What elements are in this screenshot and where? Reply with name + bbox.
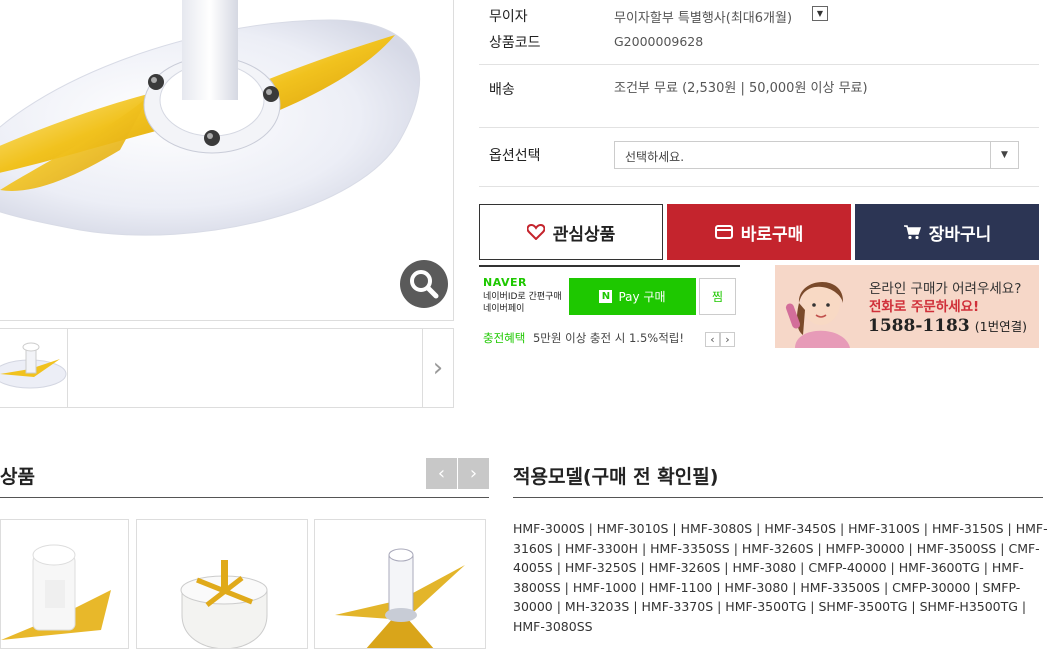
phone-banner-line1: 온라인 구매가 어려우세요? xyxy=(869,281,1022,297)
thumbnail-strip: › xyxy=(0,328,454,408)
naver-pay-wish-label: 찜 xyxy=(711,290,724,304)
phone-banner-line2: 전화로 주문하세요! xyxy=(869,299,980,315)
related-product-card[interactable] xyxy=(314,519,486,649)
divider xyxy=(479,127,1039,128)
divider xyxy=(479,186,1039,187)
phone-banner-number: 1588-1183 (1번연결) xyxy=(868,316,1027,336)
applicable-models-title: 적용모델(구매 전 확인필) xyxy=(513,466,719,488)
naver-pay-buy-button[interactable]: N Pay 구매 xyxy=(569,278,696,315)
naver-pay-buy-label: Pay 구매 xyxy=(618,290,666,304)
chevron-left-icon: ‹ xyxy=(710,333,715,346)
option-select[interactable]: 선택하세요. ▼ xyxy=(614,141,1019,169)
add-to-cart-button[interactable]: 장바구니 xyxy=(855,204,1039,260)
naver-pay-line1: 네이버ID로 간편구매 xyxy=(483,292,562,302)
related-product-image xyxy=(335,548,465,648)
phone-number: 1588-1183 xyxy=(868,316,970,336)
related-products-title: 상품 xyxy=(0,466,35,488)
naver-pay-benefit: 충전혜택 5만원 이상 충전 시 1.5%적립! xyxy=(483,330,684,346)
triangle-down-icon: ▼ xyxy=(816,9,824,18)
related-product-card[interactable] xyxy=(0,519,129,649)
thumbnail-image xyxy=(0,342,67,389)
chevron-right-icon: › xyxy=(725,333,730,346)
interest-free-dropdown-button[interactable]: ▼ xyxy=(812,6,828,21)
zoom-button[interactable] xyxy=(400,260,448,308)
related-next-button[interactable]: › xyxy=(458,458,489,489)
magnifier-icon xyxy=(410,270,439,299)
add-to-cart-button-label: 장바구니 xyxy=(928,224,992,245)
shipping-value: 조건부 무료 (2,530원 | 50,000원 이상 무료) xyxy=(614,81,868,96)
shipping-label: 배송 xyxy=(489,82,515,98)
phone-order-banner[interactable]: 온라인 구매가 어려우세요? 전화로 주문하세요! 1588-1183 (1번연… xyxy=(775,265,1039,348)
blade-photo xyxy=(0,0,421,236)
wishlist-button[interactable]: 관심상품 xyxy=(479,204,663,260)
related-product-image xyxy=(1,544,111,640)
benefit-tag: 충전혜택 xyxy=(483,331,526,345)
related-prev-button[interactable]: ‹ xyxy=(426,458,457,489)
divider xyxy=(479,64,1039,65)
applicable-models-list: HMF-3000S | HMF-3010S | HMF-3080S | HMF-… xyxy=(513,521,1048,634)
benefit-text: 5만원 이상 충전 시 1.5%적립! xyxy=(532,331,684,345)
cart-icon xyxy=(903,225,921,240)
chevron-left-icon: ‹ xyxy=(437,463,446,484)
naver-pay-line2: 네이버페이 xyxy=(483,304,525,314)
buy-now-button-label: 바로구매 xyxy=(740,224,804,245)
card-icon xyxy=(714,225,733,239)
wishlist-button-label: 관심상품 xyxy=(552,224,616,245)
thumbnail-next-button[interactable]: › xyxy=(422,329,453,407)
naver-logo: NAVER xyxy=(483,276,527,289)
buy-now-button[interactable]: 바로구매 xyxy=(667,204,851,260)
product-code-label: 상품코드 xyxy=(489,35,541,51)
divider xyxy=(0,497,489,498)
product-code-value: G2000009628 xyxy=(614,34,704,49)
naver-n-icon: N xyxy=(599,290,613,303)
triangle-down-icon: ▼ xyxy=(990,142,1018,168)
related-product-image xyxy=(180,560,268,648)
product-main-image[interactable] xyxy=(0,0,454,321)
naver-pay-wish-button[interactable]: 찜 xyxy=(699,278,736,315)
chevron-right-icon: › xyxy=(432,353,444,383)
naver-pay-description: 네이버ID로 간편구매 네이버페이 xyxy=(483,291,562,315)
chevron-right-icon: › xyxy=(469,463,478,484)
interest-free-label: 무이자 xyxy=(489,9,528,25)
related-product-card[interactable] xyxy=(136,519,308,649)
thumbnail-item[interactable] xyxy=(0,329,68,407)
phone-ext: (1번연결) xyxy=(974,319,1027,334)
benefit-prev-button[interactable]: ‹ xyxy=(705,332,720,347)
benefit-next-button[interactable]: › xyxy=(720,332,735,347)
heart-icon xyxy=(526,224,545,240)
option-select-value: 선택하세요. xyxy=(625,150,685,164)
interest-free-value: 무이자할부 특별행사(최대6개월) xyxy=(614,11,793,26)
divider xyxy=(513,497,1043,498)
option-label: 옵션선택 xyxy=(489,148,541,164)
operator-illustration xyxy=(785,281,850,348)
